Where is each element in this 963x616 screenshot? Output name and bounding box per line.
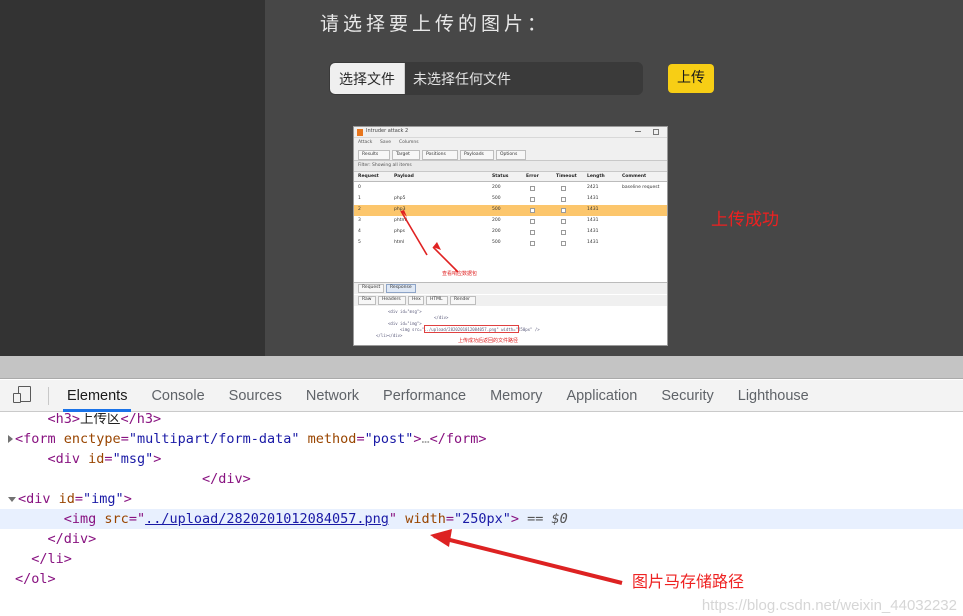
device-small-icon (13, 392, 21, 403)
dom-tag-form-end: </form> (429, 431, 487, 447)
burp-subtab-raw[interactable]: Raw (358, 296, 376, 305)
expand-triangle-icon[interactable] (8, 435, 13, 443)
tab-elements[interactable]: Elements (55, 380, 139, 412)
burp-annotation-text-bottom: 上传成功后返回的文件路径 (458, 338, 519, 344)
burp-tab-response[interactable]: Response (386, 284, 416, 293)
choose-file-button[interactable]: 选择文件 (330, 63, 405, 94)
dom-attr-width-name: width (405, 511, 446, 527)
devtools-panel: Elements Console Sources Network Perform… (0, 356, 963, 616)
burp-subtab-render[interactable]: Render (450, 296, 476, 305)
devtools-resize-handle[interactable] (0, 356, 963, 379)
tab-performance[interactable]: Performance (371, 380, 478, 412)
dom-attr-width-value: "250px" (453, 511, 511, 527)
upload-button[interactable]: 上传 (668, 64, 714, 93)
dom-form-ellipsis[interactable]: … (422, 431, 430, 447)
dom-tag-ol-close: </ol> (15, 571, 56, 587)
dom-tag-div-img-open: <div (18, 491, 59, 507)
dom-selected-marker: == $0 (527, 511, 568, 527)
tab-lighthouse[interactable]: Lighthouse (726, 380, 821, 412)
burp-subtab-hex[interactable]: Hex (408, 296, 424, 305)
dom-text-h3: 上传区 (80, 413, 121, 427)
page-title: 请选择要上传的图片： (320, 13, 551, 35)
dom-line-div-msg-close[interactable]: </div> (0, 469, 963, 489)
dom-attr-src-name: src (104, 511, 129, 527)
dom-line-div-img[interactable]: <div id="img"> (0, 489, 963, 509)
dom-form-tag-close: > (413, 431, 422, 447)
tab-network[interactable]: Network (294, 380, 371, 412)
burp-code-line: </div> (434, 315, 449, 320)
tab-memory[interactable]: Memory (478, 380, 554, 412)
dom-attr-method-value: "post" (364, 431, 414, 447)
burp-subtab-headers[interactable]: Headers (378, 296, 406, 305)
dom-tree[interactable]: <li> <h3>上传区</h3> <form enctype="multipa… (0, 413, 963, 616)
file-name-label: 未选择任何文件 (413, 71, 511, 88)
dom-line-div-msg[interactable]: <div id="msg"> (0, 449, 963, 469)
uploaded-preview-image[interactable]: Intruder attack 2 Attack Save Columns Re… (353, 126, 668, 346)
file-input[interactable]: 选择文件 未选择任何文件 (329, 62, 643, 95)
tab-application[interactable]: Application (554, 380, 649, 412)
dom-attr-enctype-value: "multipart/form-data" (128, 431, 300, 447)
collapse-triangle-icon[interactable] (8, 496, 16, 502)
burp-code-line: </div> (388, 333, 403, 338)
tab-security[interactable]: Security (649, 380, 725, 412)
dom-img-tag-close: > (510, 511, 520, 527)
dom-tag-div-msg-close: </div> (201, 471, 251, 487)
dom-attr-id-value: "msg" (112, 451, 154, 467)
page-left-gutter (0, 0, 265, 356)
dom-attr-enctype-name: enctype (63, 431, 121, 447)
dom-tag-h3-open: <h3> (47, 413, 81, 427)
dom-line-div-img-close[interactable]: </div> (0, 529, 963, 549)
burp-code-line: </li> (376, 333, 389, 338)
dom-attr-method-name: method (307, 431, 357, 447)
burp-code-highlight-box (424, 325, 519, 333)
dom-tag-img-open: <img (63, 511, 105, 527)
dom-tag-div-img-close: </div> (47, 531, 97, 547)
dom-line-form[interactable]: <form enctype="multipart/form-data" meth… (0, 429, 963, 449)
dom-tag-h3-close: </h3> (120, 413, 162, 427)
devtools-toolbar: Elements Console Sources Network Perform… (0, 380, 963, 412)
toolbar-divider (48, 386, 49, 405)
burp-detail-subtabrow: Raw Headers Hex HTML Render (354, 295, 667, 306)
burp-annotation-text-top: 查看响应数据包 (442, 271, 478, 277)
upload-success-message: 上传成功 (711, 210, 779, 230)
watermark: https://blog.csdn.net/weixin_44032232 (701, 597, 957, 614)
dom-tag-div-msg-open: <div (47, 451, 89, 467)
page-content-area: 请选择要上传的图片： 选择文件 未选择任何文件 上传 Intruder atta… (265, 0, 963, 356)
dom-attr-id-name: id (58, 491, 75, 507)
device-toolbar-icon[interactable] (12, 385, 38, 406)
browser-viewport: 请选择要上传的图片： 选择文件 未选择任何文件 上传 Intruder atta… (0, 0, 963, 356)
dom-tag-form-open: <form (15, 431, 64, 447)
tab-sources[interactable]: Sources (217, 380, 294, 412)
burp-subtab-html[interactable]: HTML (426, 296, 448, 305)
burp-code-line: <div id="img"> (388, 321, 422, 326)
upload-form: 选择文件 未选择任何文件 上传 (329, 62, 714, 95)
dom-div-msg-tag-close: > (153, 451, 162, 467)
tab-console[interactable]: Console (139, 380, 216, 412)
burp-code-line: <div id="msg"> (388, 309, 422, 314)
devtools-annotation-label: 图片马存储路径 (632, 572, 745, 591)
dom-div-img-tag-close: > (123, 491, 132, 507)
dom-tag-li-close: </li> (31, 551, 72, 567)
dom-line-img-selected[interactable]: <img src="../upload/2820201012084057.png… (0, 509, 963, 529)
dom-line-ol-close[interactable]: </ol> (0, 569, 963, 589)
dom-line-li-close[interactable]: </li> (0, 549, 963, 569)
burp-detail-tabrow: Request Response (354, 283, 667, 294)
dom-attr-src-value[interactable]: ../upload/2820201012084057.png (145, 511, 389, 527)
dom-attr-id-value: "img" (83, 491, 124, 507)
dom-line-h3[interactable]: <h3>上传区</h3> (0, 413, 963, 429)
burp-tab-request[interactable]: Request (358, 284, 384, 293)
dom-attr-id-name: id (88, 451, 105, 467)
